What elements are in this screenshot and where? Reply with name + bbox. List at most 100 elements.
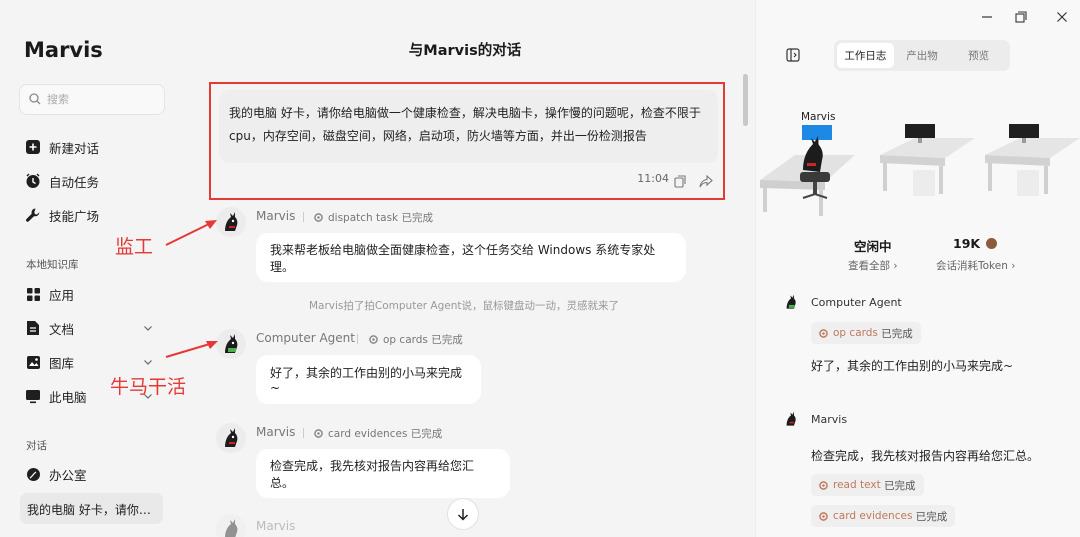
task-status: 已完成 [431,334,463,346]
conversation-office[interactable]: 办公室 [24,463,159,485]
task-status: 已完成 [410,428,443,440]
task-gear-icon [369,335,378,344]
task-name: op cards [383,333,428,346]
panel-toggle-icon[interactable] [786,47,800,66]
conversation-item-active[interactable]: 我的电脑 好卡，请你… [20,493,163,524]
maximize-icon[interactable] [1012,8,1030,26]
task-status: 已完成 [884,479,916,492]
close-icon[interactable] [1053,8,1071,26]
task-name: card evidences [328,427,408,440]
tab-preview[interactable]: 预览 [950,43,1007,68]
view-all-link[interactable]: 查看全部 › [848,258,898,273]
task-name: op cards [833,327,878,339]
page-title: 与Marvis的对话 [408,43,522,59]
search-box[interactable] [19,84,165,115]
token-value: 19K [953,236,998,251]
knowledge-item-docs[interactable]: 文档 [24,317,159,339]
task-status: 已完成 [915,510,948,523]
plus-icon [24,138,42,156]
log-task-tag: card evidences 已完成 [811,505,956,527]
message-sender: Computer Agent [256,331,355,345]
nav-skill-square[interactable]: 技能广场 [24,204,159,226]
tab-outputs[interactable]: 产出物 [894,43,951,68]
message-sender: Marvis [256,209,296,223]
task-gear-icon [819,480,828,490]
separator [303,428,304,438]
separator [303,212,304,222]
message-timestamp: 11:04 [637,172,669,185]
coffee-bean-icon [986,238,998,249]
token-usage-link[interactable]: 会话消耗Token › [936,258,1015,273]
separator [357,334,358,344]
log-avatar-marvis [780,408,802,430]
section-knowledge-label: 本地知识库 [26,259,79,271]
log-avatar-computer-agent [780,291,802,313]
task-gear-icon [819,511,828,521]
minimize-icon[interactable] [978,8,996,26]
annotation-arrow-supervisor [165,220,217,246]
sidebar: Marvis 新建对话 自动任务 技能广场 本地知识库 应用 文档 [0,0,177,537]
annotation-worker: 牛马干活 [110,376,187,398]
knowledge-item-gallery[interactable]: 图库 [24,351,159,373]
horse-logo-icon [24,465,42,483]
task-gear-icon [819,328,828,338]
arrow-down-icon [457,508,469,521]
nav-label: 文档 [49,321,75,337]
nav-label: 办公室 [49,467,87,483]
annotation-supervisor: 监工 [115,236,154,258]
task-name: read text [833,479,881,491]
monitor-icon [24,387,42,405]
image-icon [24,353,42,371]
message-sender: Marvis [256,425,296,439]
token-usage-label: 会话消耗Token [936,260,1008,272]
task-status: 已完成 [881,327,913,340]
chevron-down-icon[interactable] [143,355,153,370]
document-icon [24,319,42,337]
scene-agent-label: Marvis [801,111,836,123]
search-input[interactable] [47,93,147,106]
task-gear-icon [314,213,323,222]
task-name: dispatch task [328,211,399,224]
search-icon [29,90,41,109]
task-gear-icon [314,429,323,438]
nav-label: 自动任务 [49,174,100,190]
wrench-icon [24,206,42,224]
share-icon[interactable] [699,173,713,192]
task-status: 已完成 [401,212,433,224]
view-all-label: 查看全部 [848,260,890,272]
chat-scrollbar[interactable] [743,74,748,126]
tab-work-log[interactable]: 工作日志 [837,43,894,68]
scroll-to-bottom-button[interactable] [447,498,479,530]
user-message-highlight: 我的电脑 好卡，请你给电脑做一个健康检查，解决电脑卡，操作慢的问题呢，检查不限于… [209,82,725,200]
nav-label: 图库 [49,355,75,371]
message-sender: Marvis [256,519,296,533]
nav-label: 技能广场 [49,208,100,224]
avatar-marvis [216,423,246,453]
log-sender: Marvis [811,413,848,426]
section-conversations-label: 对话 [26,440,47,452]
message-bubble: 好了，其余的工作由别的小马来完成~ [256,355,481,404]
message-bubble: 我来帮老板给电脑做全面健康检查，这个任务交给 Windows 系统专家处理。 [256,233,686,282]
nav-label: 此电脑 [49,389,87,405]
chevron-down-icon[interactable] [143,321,153,336]
log-sender: Computer Agent [811,296,902,309]
chevron-right-icon: › [1011,260,1016,272]
message-bubble: 检查完成，我先核对报告内容再给您汇总。 [256,449,510,498]
task-name: card evidences [833,510,913,522]
brand-logo: Marvis [24,38,103,62]
log-task-tag: op cards 已完成 [811,322,921,344]
nav-auto-task[interactable]: 自动任务 [24,170,159,192]
user-message-bubble: 我的电脑 好卡，请你给电脑做一个健康检查，解决电脑卡，操作慢的问题呢，检查不限于… [219,90,718,163]
log-text: 好了，其余的工作由别的小马来完成~ [811,359,1014,373]
log-task-tag: read text 已完成 [811,474,924,496]
status-value: 空闲中 [854,239,892,254]
panel-tabs: 工作日志 产出物 预览 [834,40,1010,71]
task-status-tag: dispatch task 已完成 [314,210,433,225]
nav-label: 新建对话 [49,140,100,156]
avatar-marvis [216,514,246,537]
chevron-right-icon: › [893,260,898,272]
nav-new-chat[interactable]: 新建对话 [24,136,159,158]
annotation-arrow-worker [165,341,218,358]
log-text: 检查完成，我先核对报告内容再给您汇总。 [811,449,1040,463]
copy-icon[interactable] [674,173,687,192]
